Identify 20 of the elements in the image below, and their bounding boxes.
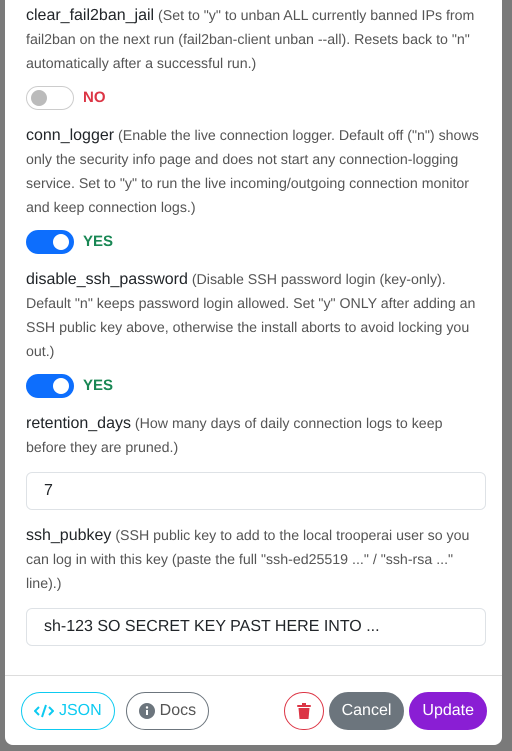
text-field[interactable]: 7 — [26, 472, 486, 510]
toggle-switch[interactable] — [26, 230, 74, 254]
delete-button[interactable] — [284, 692, 324, 730]
toggle-state-label: YES — [83, 232, 114, 252]
field-description: disable_ssh_password (Disable SSH password login (key-only). Default "n" keeps password login allowed. Set "y" ONLY after adding an SSH public key above, otherwise the install aborts to avoid locking you out.) — [26, 270, 476, 362]
field-description: conn_logger (Enable the live connection logger. Default off ("n") shows only the security info page and does not start any connection-logging service. Set to "y" to run the live incoming/outgoing connection monitor and keep connection logs.) — [26, 126, 480, 218]
field-description: clear_fail2ban_jail (Set to "y" to unban ALL currently banned IPs from fail2ban on the next run (fail2ban-client unban --all). Resets back to "n" automatically after a successful run.) — [26, 6, 476, 74]
toggle-switch[interactable] — [26, 86, 74, 110]
info-icon — [138, 702, 155, 718]
toggle-state-label: NO — [83, 88, 106, 108]
text-field[interactable]: sh-123 SO SECRET KEY PAST HERE INTO ... — [26, 608, 486, 646]
update-button[interactable]: Update — [409, 692, 487, 730]
toggle-switch[interactable] — [26, 374, 74, 398]
trash-icon — [296, 702, 311, 718]
toggle-state-label: YES — [83, 376, 114, 396]
field-description: retention_days (How many days of daily connection logs to keep before they are pruned.) — [26, 414, 444, 458]
cancel-button[interactable]: Cancel — [328, 692, 404, 730]
field-description: ssh_pubkey (SSH public key to add to the local trooperai user so you can log in with this key (paste the full "ssh-ed25519 ..." / "ssh-rsa ..." line).) — [26, 526, 470, 594]
code-icon — [34, 704, 54, 718]
docs-button[interactable]: Docs — [126, 692, 210, 730]
